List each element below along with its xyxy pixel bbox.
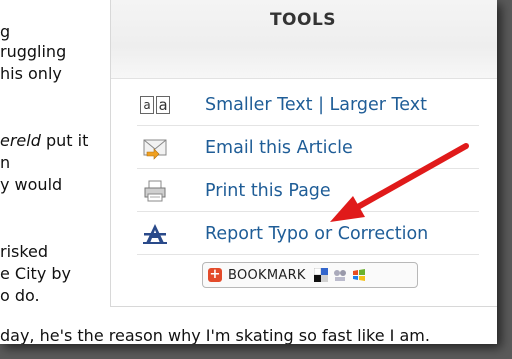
- annotation-arrow: [330, 143, 469, 222]
- article-bottom-line: day, he's the reason why I'm skating so …: [0, 326, 430, 344]
- screenshot-frame: g ruggling his only ereld put it n y wou…: [0, 0, 497, 344]
